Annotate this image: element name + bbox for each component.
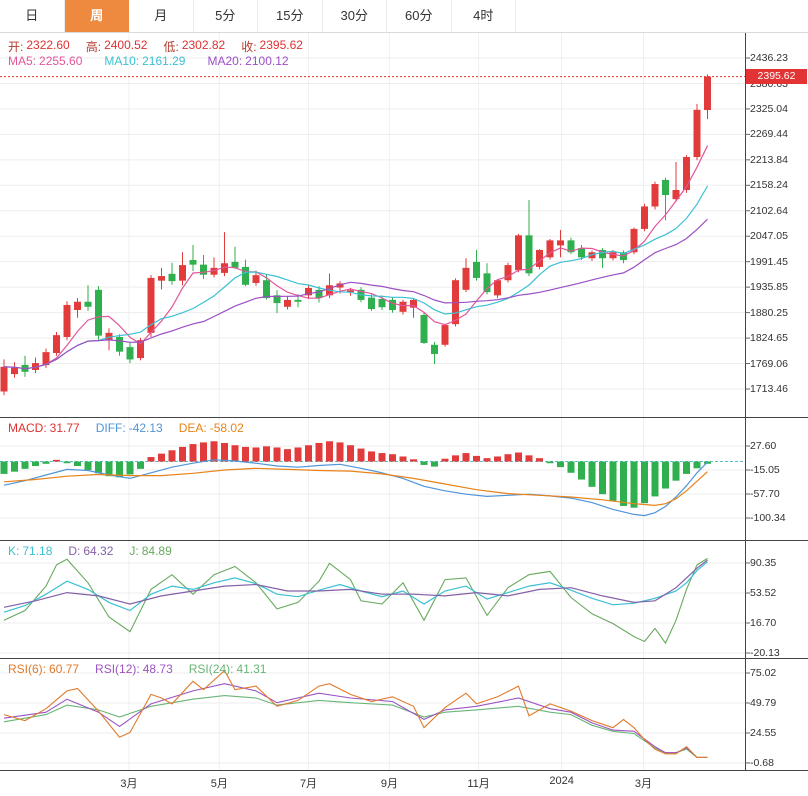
close-label: 收: [241,38,256,55]
y-axis-label: -15.05 [750,464,780,476]
macd-value: 31.77 [50,421,80,435]
x-axis-label: 3月 [635,775,652,791]
last-price-badge: 2395.62 [746,69,807,84]
y-axis-label: -57.70 [750,488,780,500]
k-label: K: [8,544,19,558]
x-axis-label: 7月 [300,775,317,791]
timeframe-tab[interactable]: 月 [129,0,194,32]
macd-label: MACD: [8,421,47,435]
y-axis-label: 1824.65 [750,332,788,344]
j-value: 84.89 [142,544,172,558]
open-value: 2322.60 [26,38,69,55]
kline-app: 日周月5分15分30分60分4时 开:2322.60 高:2400.52 低:2… [0,0,808,796]
d-value: 64.32 [83,544,113,558]
low-label: 低: [163,38,178,55]
y-axis-label: -0.68 [750,757,774,769]
rsi12-value: 48.73 [143,662,173,676]
y-axis-label: 1769.06 [750,358,788,370]
rsi12-label: RSI(12): [95,662,140,676]
timeframe-tabs: 日周月5分15分30分60分4时 [0,0,808,33]
ma5-label: MA5: [8,54,36,68]
close-value: 2395.62 [260,38,303,55]
kdj-readout: K:71.18 D:64.32 J: 84.89 [8,544,172,558]
diff-value: -42.13 [129,421,163,435]
x-axis-label: 11月 [467,775,489,791]
high-value: 2400.52 [104,38,147,55]
y-axis-label: 75.02 [750,667,776,679]
rsi24-label: RSI(24): [189,662,234,676]
dea-label: DEA: [179,421,207,435]
macd-readout: MACD:31.77 DIFF:-42.13 DEA:-58.02 [8,421,244,435]
j-label: J: [129,544,138,558]
y-axis-label: 24.55 [750,727,776,739]
ma10-label: MA10: [104,54,139,68]
y-axis-label: -100.34 [750,512,786,524]
y-axis-label: 53.52 [750,587,776,599]
open-label: 开: [8,38,23,55]
rsi24-value: 41.31 [236,662,266,676]
y-axis-label: 2436.23 [750,52,788,64]
x-axis-label: 5月 [211,775,228,791]
timeframe-tab[interactable]: 60分 [387,0,452,32]
diff-label: DIFF: [96,421,126,435]
y-axis-label: 2325.04 [750,103,788,115]
ma20-value: 2100.12 [245,54,288,68]
ma-readout: MA5:2255.60 MA10:2161.29 MA20:2100.12 [8,54,289,68]
timeframe-tab[interactable]: 日 [0,0,65,32]
k-value: 71.18 [22,544,52,558]
ma5-value: 2255.60 [39,54,82,68]
ma10-value: 2161.29 [142,54,185,68]
y-axis-label: 16.70 [750,617,776,629]
y-axis-label: 2047.05 [750,230,788,242]
x-axis-label: 9月 [381,775,398,791]
ohlc-readout: 开:2322.60 高:2400.52 低:2302.82 收:2395.62 [8,38,303,55]
y-axis-label: 27.60 [750,440,776,452]
y-axis-label: 2269.44 [750,128,788,140]
rsi-readout: RSI(6):60.77 RSI(12):48.73 RSI(24):41.31 [8,662,266,676]
y-axis-label: -20.13 [750,647,780,659]
y-axis-label: 2213.84 [750,154,788,166]
ma20-label: MA20: [207,54,242,68]
dea-value: -58.02 [210,421,244,435]
rsi6-value: 60.77 [49,662,79,676]
y-axis-label: 2158.24 [750,179,788,191]
timeframe-tab[interactable]: 4时 [452,0,517,32]
timeframe-tab[interactable]: 周 [65,0,130,32]
d-label: D: [68,544,80,558]
y-axis-label: 1935.85 [750,281,788,293]
rsi6-label: RSI(6): [8,662,46,676]
timeframe-tab[interactable]: 30分 [323,0,388,32]
kline-chart-canvas[interactable] [0,0,808,796]
x-axis-label: 2024 [549,775,573,787]
low-value: 2302.82 [182,38,225,55]
y-axis-label: 1713.46 [750,383,788,395]
high-label: 高: [86,38,101,55]
y-axis-label: 49.79 [750,697,776,709]
y-axis-label: 90.35 [750,557,776,569]
timeframe-tab[interactable]: 5分 [194,0,259,32]
y-axis-label: 1991.45 [750,256,788,268]
y-axis-label: 1880.25 [750,307,788,319]
x-axis-label: 3月 [120,775,137,791]
timeframe-tab[interactable]: 15分 [258,0,323,32]
y-axis-label: 2102.64 [750,205,788,217]
